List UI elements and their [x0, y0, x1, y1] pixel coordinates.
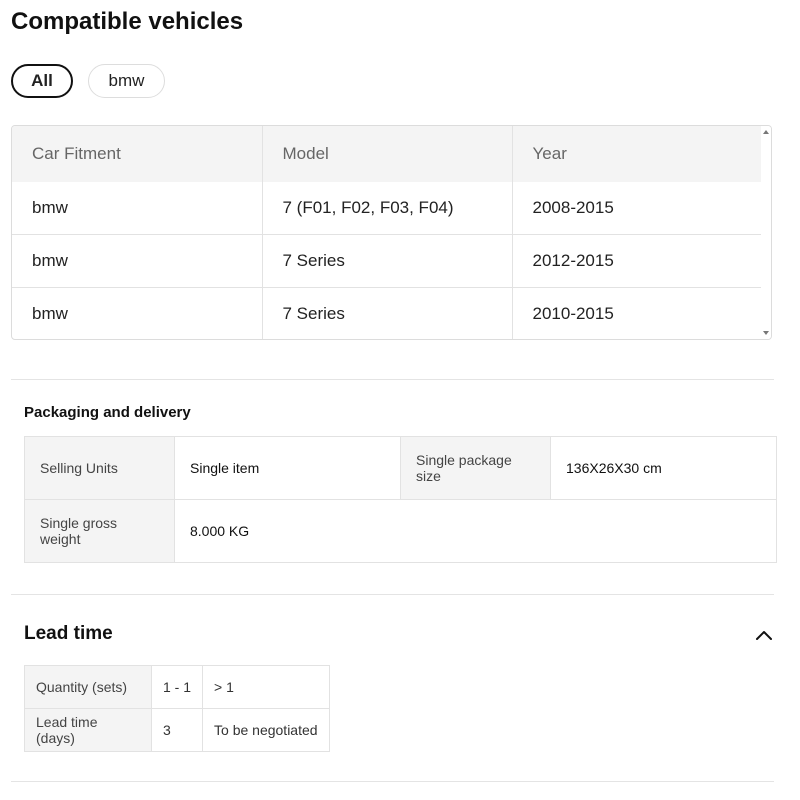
selling-units-value: Single item — [174, 436, 401, 500]
section-divider — [11, 781, 774, 782]
filter-chip-all[interactable]: All — [11, 64, 73, 98]
scroll-down-arrow-icon[interactable] — [763, 331, 769, 335]
cell-car-fitment: bmw — [12, 234, 263, 288]
fitment-table: Car Fitment Model Year bmw 7 (F01, F02, … — [12, 126, 762, 339]
table-row: Quantity (sets) 1 - 1 > 1 — [24, 665, 330, 709]
fitment-table-container: Car Fitment Model Year bmw 7 (F01, F02, … — [11, 125, 772, 340]
table-row: bmw 7 (F01, F02, F03, F04) 2008-2015 — [12, 182, 762, 235]
page-title: Compatible vehicles — [11, 8, 244, 35]
cell-model: 7 Series — [262, 287, 513, 339]
quantity-value: 1 - 1 — [150, 665, 204, 709]
packaging-table: Selling Units Single item Single package… — [24, 436, 777, 563]
lead-time-days-value: To be negotiated — [202, 708, 330, 752]
table-row: bmw 7 Series 2010-2015 — [12, 287, 762, 339]
table-row: bmw 7 Series 2012-2015 — [12, 234, 762, 288]
cell-model: 7 Series — [262, 234, 513, 288]
gross-weight-label: Single gross weight — [24, 499, 175, 563]
package-size-value: 136X26X30 cm — [550, 436, 777, 500]
filter-chip-bmw[interactable]: bmw — [88, 64, 165, 98]
selling-units-label: Selling Units — [24, 436, 175, 500]
lead-time-days-label: Lead time (days) — [24, 708, 152, 752]
empty-cell — [400, 499, 777, 563]
quantity-label: Quantity (sets) — [24, 665, 152, 709]
table-row: Lead time (days) 3 To be negotiated — [24, 708, 330, 752]
lead-time-days-value: 3 — [150, 708, 204, 752]
packaging-title: Packaging and delivery — [24, 404, 191, 421]
cell-model: 7 (F01, F02, F03, F04) — [262, 182, 513, 235]
cell-year: 2010-2015 — [512, 287, 762, 339]
lead-time-table: Quantity (sets) 1 - 1 > 1 Lead time (day… — [24, 665, 330, 752]
lead-time-title: Lead time — [24, 623, 113, 644]
gross-weight-value: 8.000 KG — [174, 499, 401, 563]
fitment-scrollbar[interactable] — [761, 126, 771, 339]
section-divider — [11, 379, 774, 380]
filter-chips: All bmw — [11, 64, 165, 98]
table-row: Selling Units Single item Single package… — [24, 436, 777, 500]
chevron-up-icon[interactable] — [754, 625, 774, 645]
cell-year: 2008-2015 — [532, 198, 614, 217]
cell-car-fitment: bmw — [12, 182, 263, 235]
quantity-value: > 1 — [202, 665, 330, 709]
column-header-car-fitment: Car Fitment — [12, 126, 263, 182]
fitment-header-row: Car Fitment Model Year — [12, 126, 762, 182]
table-row: Single gross weight 8.000 KG — [24, 499, 777, 563]
scroll-up-arrow-icon[interactable] — [763, 130, 769, 134]
package-size-label: Single package size — [400, 436, 551, 500]
cell-year: 2012-2015 — [512, 234, 762, 288]
section-divider — [11, 594, 774, 595]
column-header-model: Model — [262, 126, 513, 182]
column-header-year: Year — [512, 126, 762, 182]
cell-car-fitment: bmw — [12, 287, 263, 339]
